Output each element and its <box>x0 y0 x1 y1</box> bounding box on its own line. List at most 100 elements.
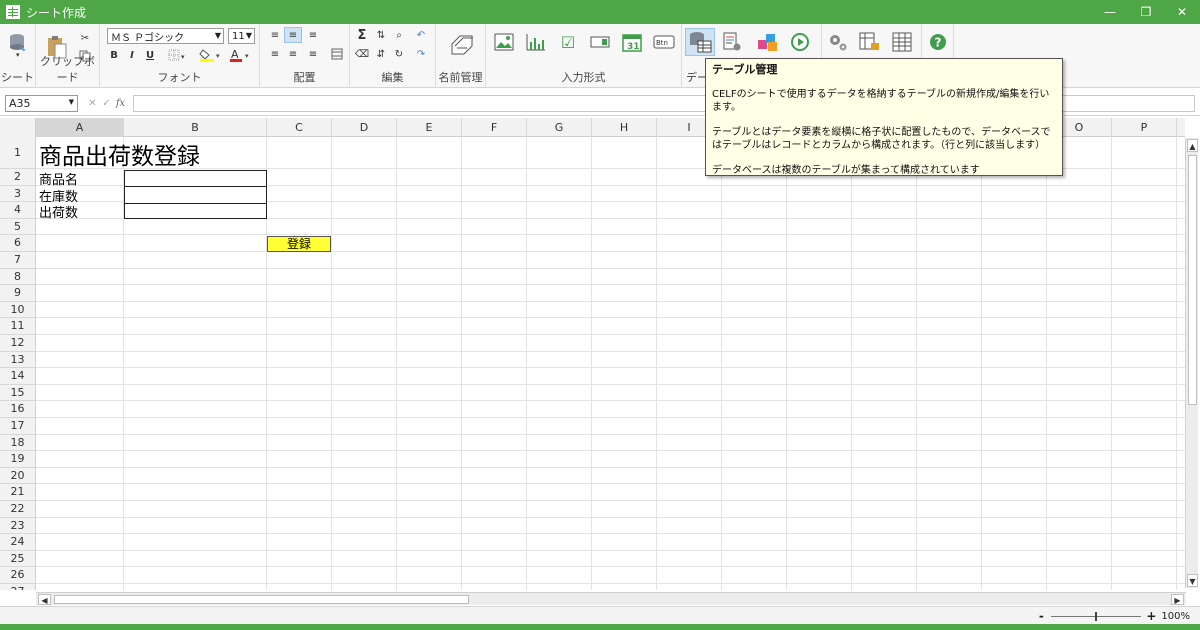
cancel-edit-button[interactable]: ✕ <box>86 96 99 111</box>
sort-desc-button[interactable]: ⇵ <box>372 46 390 62</box>
table-manage-button[interactable] <box>685 28 715 56</box>
horizontal-scrollbar[interactable]: ◀ ▶ <box>36 592 1186 605</box>
button-input-button[interactable]: Btn <box>652 30 676 54</box>
horizontal-scroll-thumb[interactable] <box>54 595 469 604</box>
row-header-15[interactable]: 15 <box>0 385 35 402</box>
sort-button[interactable]: ⇅ <box>372 27 390 43</box>
row-header-20[interactable]: 20 <box>0 468 35 485</box>
query-settings-button[interactable] <box>720 30 744 54</box>
settings-button[interactable] <box>826 30 850 54</box>
scroll-down-icon[interactable]: ▼ <box>1187 574 1198 587</box>
sheet-protect-button[interactable] <box>858 30 882 54</box>
column-header-p[interactable]: P <box>1112 118 1177 137</box>
row-header-27[interactable]: 27 <box>0 584 35 590</box>
refresh-button[interactable]: ↻ <box>390 46 408 62</box>
row-header-3[interactable]: 3 <box>0 186 35 203</box>
row-header-26[interactable]: 26 <box>0 567 35 584</box>
fill-color-button[interactable]: ▾ <box>198 47 224 63</box>
column-header-d[interactable]: D <box>332 118 397 137</box>
stock-count-input[interactable] <box>124 186 267 204</box>
row-header-16[interactable]: 16 <box>0 401 35 418</box>
italic-button[interactable]: I <box>123 47 141 63</box>
row-header-10[interactable]: 10 <box>0 302 35 319</box>
row-header-5[interactable]: 5 <box>0 219 35 236</box>
name-box[interactable]: A35 ▼ <box>5 95 78 112</box>
row-header-23[interactable]: 23 <box>0 518 35 535</box>
undo-button[interactable]: ↶ <box>412 27 430 43</box>
scroll-left-icon[interactable]: ◀ <box>38 594 51 605</box>
blocks-button[interactable] <box>756 30 780 54</box>
row-header-21[interactable]: 21 <box>0 484 35 501</box>
run-button[interactable] <box>788 30 812 54</box>
row-header-2[interactable]: 2 <box>0 169 35 186</box>
row-header-4[interactable]: 4 <box>0 202 35 219</box>
image-input-button[interactable] <box>492 30 516 54</box>
row-header-1[interactable]: 1 <box>0 137 35 169</box>
row-header-25[interactable]: 25 <box>0 551 35 568</box>
grid-view-button[interactable] <box>890 30 914 54</box>
checkbox-input-button[interactable]: ☑ <box>556 30 580 54</box>
shipment-count-input[interactable] <box>124 203 267 219</box>
column-header-g[interactable]: G <box>527 118 592 137</box>
select-all-corner[interactable] <box>0 118 36 137</box>
row-header-17[interactable]: 17 <box>0 418 35 435</box>
minimize-button[interactable]: — <box>1092 0 1128 24</box>
cut-button[interactable]: ✂ <box>76 30 94 46</box>
row-header-24[interactable]: 24 <box>0 534 35 551</box>
zoom-in-button[interactable]: + <box>1145 609 1157 623</box>
close-button[interactable]: ✕ <box>1164 0 1200 24</box>
find-button[interactable]: ⌕ <box>390 27 408 43</box>
zoom-slider-knob[interactable] <box>1095 611 1098 621</box>
column-header-a[interactable]: A <box>36 118 124 137</box>
clear-button[interactable]: ⌫ <box>353 46 371 62</box>
align-middle-button[interactable]: ≡ <box>284 27 302 43</box>
row-header-14[interactable]: 14 <box>0 368 35 385</box>
align-right-button[interactable]: ≡ <box>304 46 322 62</box>
scroll-up-icon[interactable]: ▲ <box>1187 139 1198 152</box>
row-header-13[interactable]: 13 <box>0 352 35 369</box>
row-header-8[interactable]: 8 <box>0 269 35 286</box>
align-top-button[interactable]: ≡ <box>266 27 284 43</box>
redo-button[interactable]: ↷ <box>412 46 430 62</box>
vertical-scrollbar[interactable]: ▲ ▼ <box>1185 138 1198 588</box>
merge-cells-button[interactable] <box>328 46 346 62</box>
calendar-input-button[interactable]: 31 <box>620 30 644 54</box>
row-header-18[interactable]: 18 <box>0 435 35 452</box>
row-header-11[interactable]: 11 <box>0 318 35 335</box>
sheet-database-button[interactable]: ▾ <box>6 30 32 60</box>
chart-input-button[interactable] <box>524 30 548 54</box>
combobox-input-button[interactable] <box>588 30 612 54</box>
product-name-input[interactable] <box>124 170 267 187</box>
column-header-f[interactable]: F <box>462 118 527 137</box>
help-button[interactable]: ? <box>926 30 950 54</box>
font-name-select[interactable]: ＭＳ Ｐゴシック ▼ <box>107 28 224 44</box>
align-left-button[interactable]: ≡ <box>266 46 284 62</box>
font-size-select[interactable]: 11 ▼ <box>228 28 255 44</box>
column-header-h[interactable]: H <box>592 118 657 137</box>
insert-function-button[interactable]: fx <box>114 96 127 111</box>
zoom-out-button[interactable]: - <box>1035 609 1047 623</box>
row-header-6[interactable]: 6 <box>0 235 35 252</box>
confirm-edit-button[interactable]: ✓ <box>100 96 113 111</box>
align-bottom-button[interactable]: ≡ <box>304 27 322 43</box>
row-header-19[interactable]: 19 <box>0 451 35 468</box>
zoom-slider[interactable] <box>1051 611 1142 621</box>
row-header-9[interactable]: 9 <box>0 285 35 302</box>
border-button[interactable]: ▾ <box>166 47 190 63</box>
restore-button[interactable]: ❐ <box>1128 0 1164 24</box>
register-button[interactable]: 登録 <box>267 236 331 252</box>
vertical-scroll-thumb[interactable] <box>1188 155 1197 405</box>
column-header-b[interactable]: B <box>124 118 267 137</box>
scroll-right-icon[interactable]: ▶ <box>1171 594 1184 605</box>
bold-button[interactable]: B <box>105 47 123 63</box>
column-header-e[interactable]: E <box>397 118 462 137</box>
row-header-7[interactable]: 7 <box>0 252 35 269</box>
name-manager-button[interactable] <box>448 30 476 58</box>
underline-button[interactable]: U <box>141 47 159 63</box>
autosum-button[interactable]: Σ <box>353 27 371 43</box>
font-color-button[interactable]: A ▾ <box>228 47 254 63</box>
row-header-22[interactable]: 22 <box>0 501 35 518</box>
row-header-12[interactable]: 12 <box>0 335 35 352</box>
column-header-c[interactable]: C <box>267 118 332 137</box>
align-center-button[interactable]: ≡ <box>284 46 302 62</box>
